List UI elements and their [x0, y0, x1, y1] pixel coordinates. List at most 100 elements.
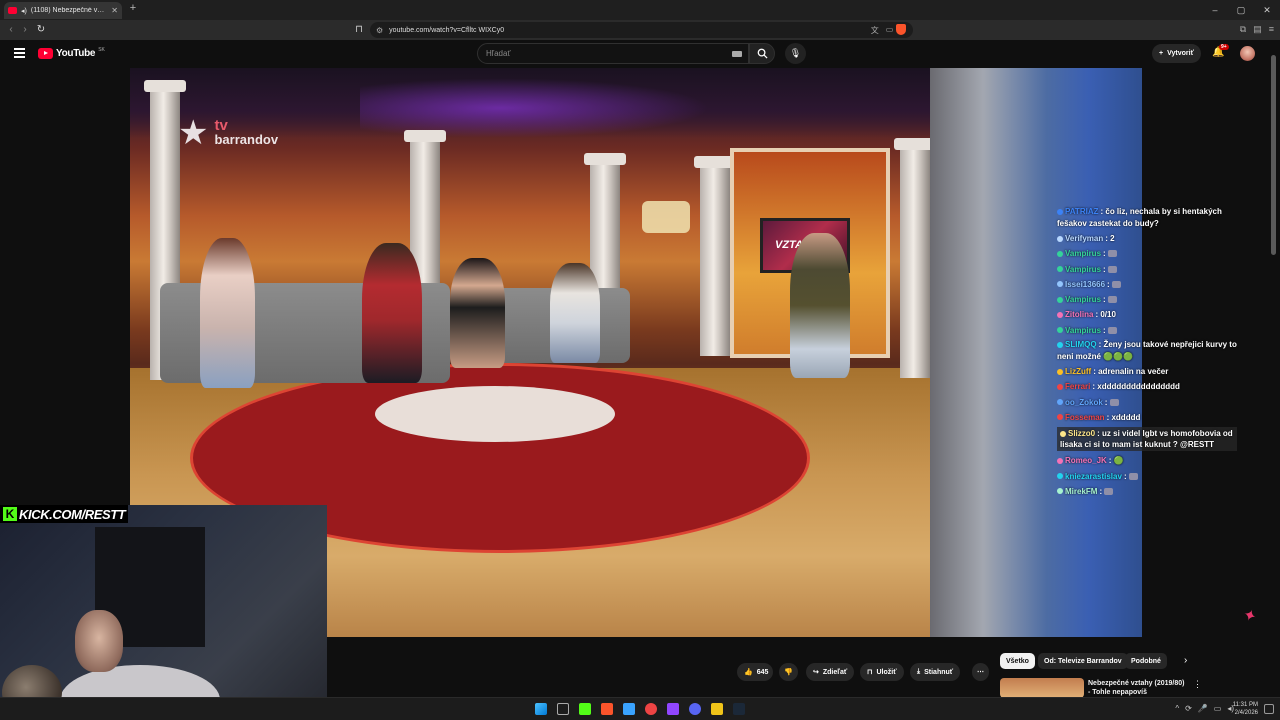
chat-emote-icon: [1107, 326, 1117, 334]
studio-column: [894, 138, 936, 378]
url-text: youtube.com/watch?v=Cflltc WIXCy0: [389, 26, 505, 34]
youtube-header: YouTube SK Hľadať 🎙 + Vytvoriť 🔔 9+: [0, 40, 1280, 68]
mic-tray-icon[interactable]: 🎤: [1198, 704, 1208, 713]
chat-username: Vampirus: [1065, 264, 1102, 274]
chevron-right-icon[interactable]: ›: [1184, 655, 1187, 666]
keyboard-icon[interactable]: [732, 50, 742, 57]
translate-icon[interactable]: 文: [871, 25, 879, 36]
taskbar-clock[interactable]: 11:31 PM 2/4/2026: [1233, 701, 1258, 717]
site-info-icon[interactable]: ⚙: [376, 26, 383, 35]
new-tab-button[interactable]: +: [127, 2, 139, 14]
task-view-icon[interactable]: [557, 703, 569, 715]
search-button[interactable]: [749, 43, 775, 64]
chip-from-channel[interactable]: Od: Televize Barrandov: [1038, 653, 1128, 669]
chat-badge-icon: [1057, 383, 1063, 390]
chat-text: adrenalin na večer: [1098, 367, 1169, 377]
chat-message: Ferrari: xdddddddddddddddd: [1057, 379, 1237, 394]
browser-tab-bar: ◂) (1108) Nebezpečné vztahy (2 ✕ + – ▢ ✕: [0, 0, 1280, 20]
chat-message: PATRIAZ: čo liz, nechala by si hentakých…: [1057, 205, 1237, 231]
speaker-icon[interactable]: ◂): [21, 7, 27, 15]
brave-browser-icon[interactable]: [601, 703, 613, 715]
stream-chat-overlay: PATRIAZ: čo liz, nechala by si hentakých…: [1057, 205, 1237, 499]
twitch-icon[interactable]: [667, 703, 679, 715]
create-label: Vytvoriť: [1167, 50, 1194, 57]
close-window-button[interactable]: ✕: [1254, 0, 1280, 20]
kick-logo-icon: K: [3, 507, 17, 521]
window-controls: – ▢ ✕: [1202, 0, 1280, 20]
refresh-tray-icon[interactable]: ⟳: [1185, 704, 1192, 713]
chat-emote-icon: [1107, 296, 1117, 304]
bookmark-icon[interactable]: ⊓: [352, 23, 366, 37]
chat-badge-icon: [1060, 430, 1066, 437]
chat-message: Vampirus:: [1057, 262, 1237, 277]
voice-search-button[interactable]: 🎙: [785, 43, 806, 64]
windows-start-icon[interactable]: [535, 703, 547, 715]
youtube-favicon-icon: [8, 7, 17, 14]
kick-banner: K KICK.COM/RESTT: [0, 505, 129, 523]
steam-icon[interactable]: [733, 703, 745, 715]
recommended-video-thumbnail[interactable]: [1000, 678, 1084, 698]
wallet-icon[interactable]: ▤: [1253, 24, 1262, 35]
discord-icon[interactable]: [689, 703, 701, 715]
chat-username: Verifyman: [1065, 234, 1104, 243]
address-bar[interactable]: ⚙ youtube.com/watch?v=Cflltc WIXCy0 文 ▭ …: [370, 22, 913, 38]
chat-badge-icon: [1057, 457, 1063, 464]
host: [790, 233, 850, 378]
dislike-button[interactable]: 👎: [779, 663, 798, 681]
chip-all[interactable]: Všetko: [1000, 653, 1035, 669]
studio-white-circle: [375, 386, 615, 442]
forward-arrow-icon[interactable]: ›: [18, 23, 32, 37]
save-button[interactable]: ⊓ Uložiť: [860, 663, 904, 681]
notifications-button[interactable]: 🔔 9+: [1212, 44, 1229, 58]
kick-app-icon[interactable]: [579, 703, 591, 715]
chrome-icon[interactable]: [645, 703, 657, 715]
guest-woman-2: [450, 258, 505, 368]
notification-center-icon[interactable]: [1264, 704, 1274, 714]
kick-url: KICK.COM/RESTT: [19, 506, 126, 522]
notepad-icon[interactable]: [623, 703, 635, 715]
bookmark-save-icon: ⊓: [867, 669, 873, 676]
tray-chevron-icon[interactable]: ^: [1175, 704, 1179, 713]
chat-emote-icon: [1111, 280, 1121, 288]
minimize-button[interactable]: –: [1202, 0, 1228, 20]
brave-shield-icon[interactable]: [896, 24, 910, 38]
download-button[interactable]: ⤓ Stiahnuť: [910, 663, 961, 681]
chat-badge-icon: [1057, 399, 1063, 406]
avatar[interactable]: [1240, 46, 1255, 61]
scrollbar-thumb[interactable]: [1271, 55, 1276, 255]
clock-time: 11:31 PM: [1232, 702, 1258, 708]
chip-related[interactable]: Podobné: [1125, 653, 1167, 669]
like-button[interactable]: 👍 645: [737, 663, 774, 681]
search-icon: [757, 48, 768, 59]
cast-icon[interactable]: ▭: [886, 25, 894, 36]
youtube-logo[interactable]: YouTube SK: [38, 47, 105, 59]
create-button[interactable]: + Vytvoriť: [1152, 44, 1201, 63]
more-actions-button[interactable]: ⋯: [972, 663, 989, 681]
speech-bubble-decor: [642, 201, 690, 233]
menu-icon[interactable]: ≡: [1269, 24, 1274, 35]
chat-username: kniezarastislav: [1065, 471, 1122, 481]
browser-tab-active[interactable]: ◂) (1108) Nebezpečné vztahy (2 ✕: [4, 2, 122, 19]
network-icon[interactable]: ▭: [1214, 704, 1222, 713]
chat-text: 🟢: [1113, 456, 1124, 466]
chat-badge-icon: [1057, 266, 1063, 273]
search-input[interactable]: Hľadať: [477, 43, 749, 64]
system-tray: ^ ⟳ 🎤 ▭ ◂): [1175, 704, 1234, 713]
chat-message: Romeo_JK: 🟢: [1057, 453, 1237, 468]
more-vertical-icon[interactable]: ⋮: [1193, 679, 1202, 690]
file-explorer-icon[interactable]: [711, 703, 723, 715]
studio-purple-light: [360, 78, 710, 138]
hamburger-menu-icon[interactable]: [14, 48, 25, 58]
page-left-margin: [0, 68, 130, 505]
tab-close-icon[interactable]: ✕: [111, 6, 118, 15]
recommended-video-title[interactable]: Nebezpečné vztahy (2019/80) - Tohle nepa…: [1088, 679, 1188, 697]
chat-emote-icon: [1107, 265, 1117, 273]
maximize-button[interactable]: ▢: [1228, 0, 1254, 20]
page-scrollbar[interactable]: [1271, 45, 1276, 695]
reload-icon[interactable]: ↻: [34, 23, 48, 37]
share-button[interactable]: ↪ Zdieľať: [806, 663, 855, 681]
chat-message: Zitolina: 0/10: [1057, 307, 1237, 322]
back-arrow-icon[interactable]: ‹: [4, 23, 18, 37]
extensions-icon[interactable]: ⧉: [1240, 24, 1246, 35]
chat-badge-icon: [1057, 296, 1063, 303]
